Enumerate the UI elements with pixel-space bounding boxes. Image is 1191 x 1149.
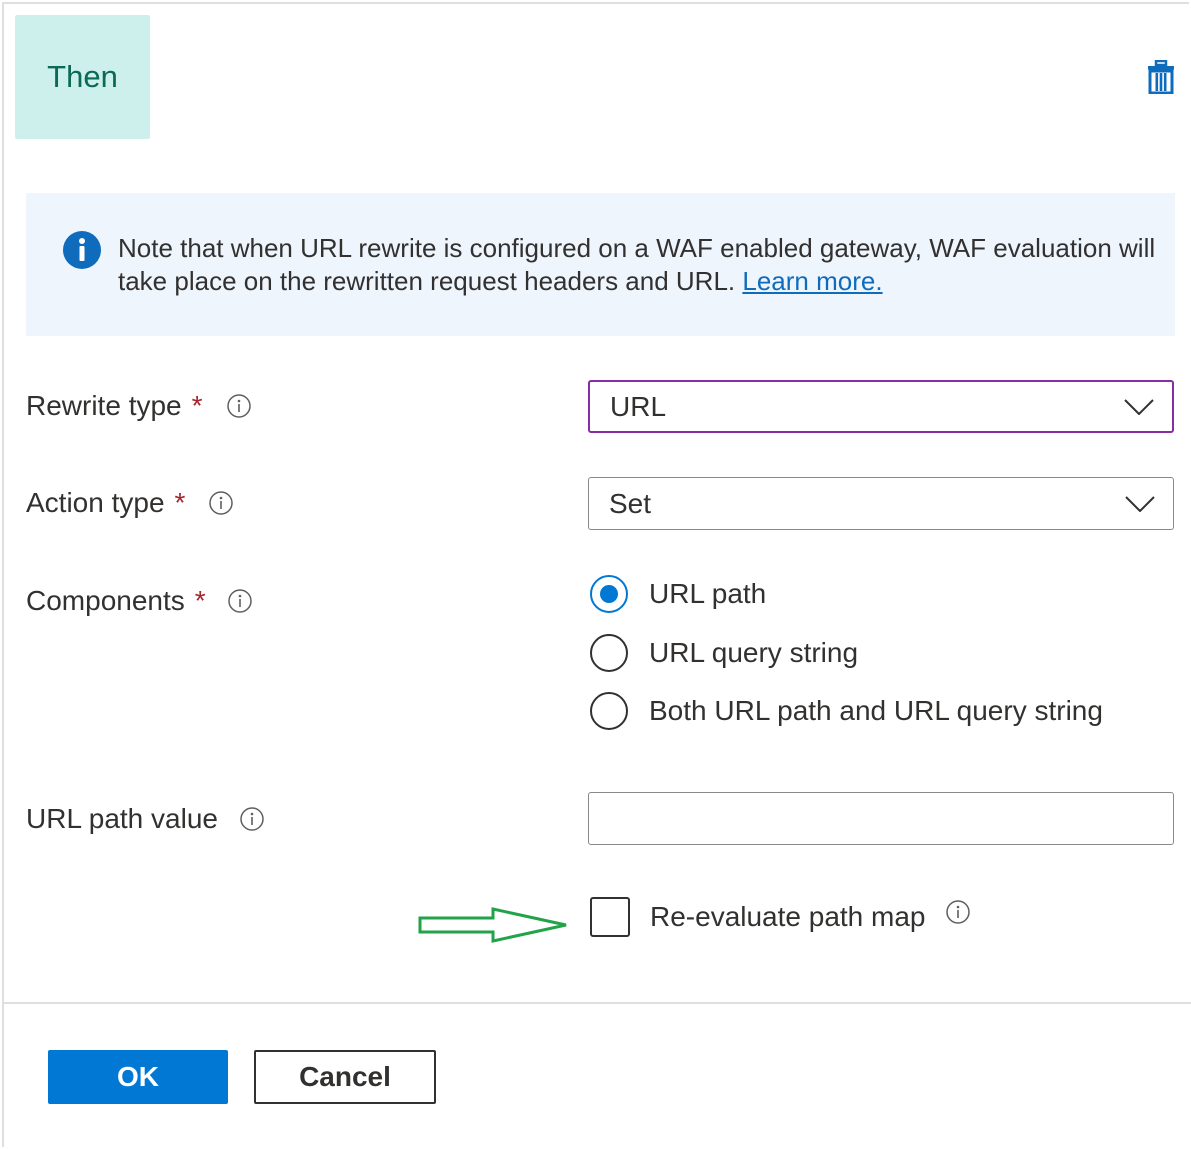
- radio-button[interactable]: [590, 692, 628, 730]
- info-tooltip-icon[interactable]: [945, 900, 970, 924]
- info-tooltip-icon[interactable]: [227, 589, 252, 613]
- reevaluate-path-map[interactable]: Re-evaluate path map: [590, 897, 970, 937]
- required-asterisk: *: [194, 585, 206, 616]
- arrow-annotation-icon: [418, 907, 567, 943]
- learn-more-link[interactable]: Learn more.: [742, 266, 882, 296]
- radio-label: URL path: [649, 578, 767, 609]
- components-label-text: Components: [26, 585, 185, 616]
- info-message: Note that when URL rewrite is configured…: [118, 232, 1158, 298]
- rewrite-type-label: Rewrite type *: [26, 390, 251, 422]
- radio-url-query-string[interactable]: URL query string: [590, 634, 858, 672]
- ok-button[interactable]: OK: [48, 1050, 228, 1104]
- url-path-value-label: URL path value: [26, 803, 264, 835]
- required-asterisk: *: [191, 390, 203, 421]
- radio-label: Both URL path and URL query string: [649, 695, 1103, 726]
- info-tooltip-icon[interactable]: [240, 807, 264, 831]
- info-tooltip-icon[interactable]: [209, 491, 234, 515]
- footer-divider: [4, 1002, 1191, 1004]
- info-circle-icon: [63, 231, 101, 269]
- then-badge: Then: [15, 15, 150, 139]
- required-asterisk: *: [174, 487, 186, 518]
- radio-url-path[interactable]: URL path: [590, 575, 766, 613]
- rewrite-type-value: URL: [610, 390, 667, 422]
- reevaluate-checkbox[interactable]: [590, 897, 630, 937]
- url-path-value-input[interactable]: [588, 792, 1174, 845]
- reevaluate-label: Re-evaluate path map: [650, 901, 926, 932]
- info-tooltip-icon[interactable]: [226, 394, 251, 418]
- rewrite-type-dropdown[interactable]: URL: [588, 380, 1174, 433]
- chevron-down-icon: [1125, 495, 1155, 512]
- radio-button[interactable]: [590, 634, 628, 672]
- radio-both[interactable]: Both URL path and URL query string: [590, 692, 1103, 730]
- action-type-label: Action type *: [26, 487, 234, 519]
- info-text: Note that when URL rewrite is configured…: [118, 233, 1156, 296]
- radio-label: URL query string: [649, 637, 859, 668]
- radio-button[interactable]: [590, 575, 628, 613]
- rewrite-type-label-text: Rewrite type: [26, 390, 182, 421]
- action-type-dropdown[interactable]: Set: [588, 477, 1174, 530]
- cancel-button[interactable]: Cancel: [254, 1050, 436, 1104]
- action-type-label-text: Action type: [26, 487, 165, 518]
- components-label: Components *: [26, 585, 252, 617]
- action-type-value: Set: [609, 487, 652, 519]
- url-path-value-label-text: URL path value: [26, 803, 218, 834]
- chevron-down-icon: [1124, 398, 1154, 415]
- trash-icon[interactable]: [1147, 60, 1175, 94]
